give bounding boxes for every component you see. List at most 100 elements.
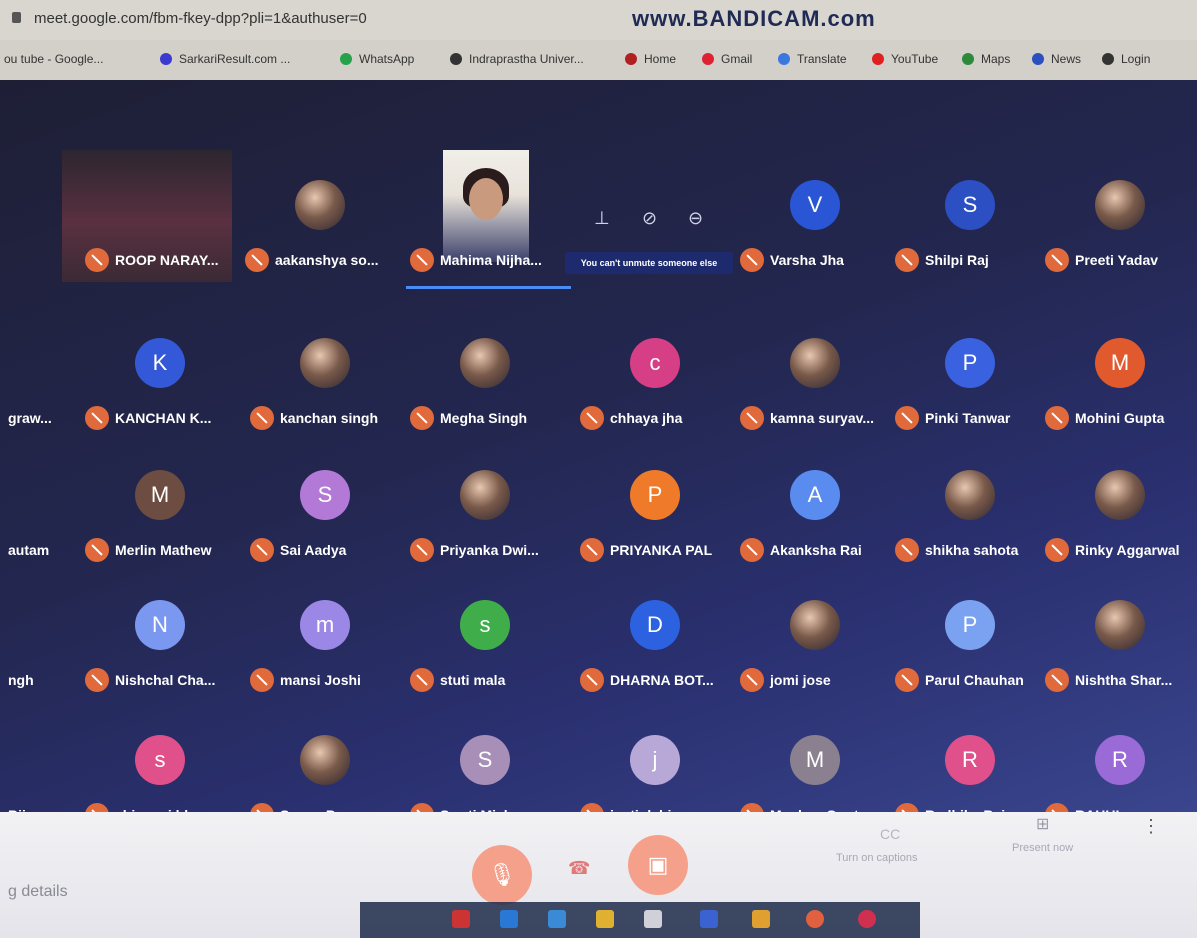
captions-label[interactable]: Turn on captions bbox=[836, 852, 918, 864]
participant-name: Rinky Aggarwal bbox=[1075, 542, 1180, 558]
participant-name: PRIYANKA PAL bbox=[610, 542, 713, 558]
participant-name: ngh bbox=[8, 672, 34, 688]
taskbar-chrome-icon[interactable] bbox=[806, 910, 824, 928]
bookmark-item[interactable]: Home bbox=[625, 52, 676, 66]
mic-muted-icon bbox=[250, 538, 274, 562]
taskbar-app-icon[interactable] bbox=[452, 910, 470, 928]
participant-name: kamna suryav... bbox=[770, 410, 875, 426]
participant-avatar: P bbox=[945, 338, 995, 388]
taskbar-folder-icon[interactable] bbox=[596, 910, 614, 928]
mic-toggle-button[interactable]: 🎙 bbox=[472, 845, 532, 905]
participant-avatar: P bbox=[630, 470, 680, 520]
participant-avatar: m bbox=[300, 600, 350, 650]
participant-name: graw... bbox=[8, 410, 52, 426]
participant-avatar: c bbox=[630, 338, 680, 388]
participant-avatar: S bbox=[945, 180, 995, 230]
address-bar[interactable]: meet.google.com/fbm-fkey-dpp?pli=1&authu… bbox=[0, 0, 1197, 40]
bookmark-label: Indraprastha Univer... bbox=[469, 52, 584, 66]
bookmark-item[interactable]: Translate bbox=[778, 52, 847, 66]
mic-muted-icon bbox=[1045, 538, 1069, 562]
bookmark-item[interactable]: SarkariResult.com ... bbox=[160, 52, 290, 66]
participant-name: Akanksha Rai bbox=[770, 542, 862, 558]
url-text[interactable]: meet.google.com/fbm-fkey-dpp?pli=1&authu… bbox=[34, 10, 367, 27]
mic-off-icon[interactable]: ⊘ bbox=[642, 208, 657, 229]
bookmark-label: YouTube bbox=[891, 52, 939, 66]
participant-avatar: N bbox=[135, 600, 185, 650]
mic-muted-icon bbox=[410, 406, 434, 430]
participant-video-mahima[interactable] bbox=[443, 150, 529, 262]
bookmark-item[interactable]: Maps bbox=[962, 52, 1010, 66]
bookmark-icon bbox=[872, 53, 884, 65]
unmute-tooltip: You can't unmute someone else bbox=[565, 252, 733, 274]
face-shape bbox=[469, 178, 503, 220]
participant-name: shikha sahota bbox=[925, 542, 1019, 558]
bookmark-item[interactable]: Login bbox=[1102, 52, 1150, 66]
participant-name: Sai Aadya bbox=[280, 542, 347, 558]
hang-up-icon[interactable]: ☎ bbox=[568, 858, 590, 879]
bookmark-label: News bbox=[1051, 52, 1082, 66]
bookmark-icon bbox=[1102, 53, 1114, 65]
participant-name: mansi Joshi bbox=[280, 672, 361, 688]
lock-icon bbox=[12, 12, 21, 23]
participant-avatar: V bbox=[790, 180, 840, 230]
participant-photo bbox=[945, 470, 995, 520]
bookmark-label: Login bbox=[1121, 52, 1151, 66]
mic-muted-icon bbox=[895, 248, 919, 272]
camera-toggle-button[interactable]: ▣ bbox=[628, 835, 688, 895]
bookmark-item[interactable]: WhatsApp bbox=[340, 52, 414, 66]
participant-name: stuti mala bbox=[440, 672, 506, 688]
bookmark-item[interactable]: ou tube - Google... bbox=[4, 52, 103, 66]
participant-avatar: D bbox=[630, 600, 680, 650]
mic-muted-icon bbox=[895, 406, 919, 430]
participant-name: Merlin Mathew bbox=[115, 542, 212, 558]
bookmark-label: Translate bbox=[797, 52, 847, 66]
participant-name: chhaya jha bbox=[610, 410, 683, 426]
participant-name: Priyanka Dwi... bbox=[440, 542, 539, 558]
bookmark-item[interactable]: Indraprastha Univer... bbox=[450, 52, 584, 66]
pin-icon[interactable]: ⊥ bbox=[594, 208, 610, 229]
mic-muted-icon bbox=[410, 538, 434, 562]
participant-name: Pinki Tanwar bbox=[925, 410, 1011, 426]
participant-avatar: R bbox=[945, 735, 995, 785]
taskbar-app-icon[interactable] bbox=[752, 910, 770, 928]
present-icon[interactable]: ⊞ bbox=[1036, 814, 1049, 834]
mic-muted-icon bbox=[895, 668, 919, 692]
taskbar-mail-icon[interactable] bbox=[700, 910, 718, 928]
participant-name: Nishchal Cha... bbox=[115, 672, 216, 688]
participant-name: kanchan singh bbox=[280, 410, 379, 426]
mic-muted-icon bbox=[1045, 406, 1069, 430]
participant-avatar: R bbox=[1095, 735, 1145, 785]
bookmark-label: Maps bbox=[981, 52, 1011, 66]
taskbar-app-icon[interactable] bbox=[858, 910, 876, 928]
participant-photo bbox=[295, 180, 345, 230]
mic-muted-icon bbox=[250, 668, 274, 692]
participant-photo bbox=[1095, 600, 1145, 650]
bookmark-item[interactable]: News bbox=[1032, 52, 1081, 66]
participant-avatar: j bbox=[630, 735, 680, 785]
participant-name: Megha Singh bbox=[440, 410, 528, 426]
participant-avatar: S bbox=[460, 735, 510, 785]
participant-photo bbox=[1095, 470, 1145, 520]
bookmark-icon bbox=[962, 53, 974, 65]
taskbar-app-icon[interactable] bbox=[500, 910, 518, 928]
taskbar-app-icon[interactable] bbox=[548, 910, 566, 928]
participant-name: DHARNA BOT... bbox=[610, 672, 714, 688]
os-taskbar bbox=[360, 902, 920, 938]
participant-photo bbox=[790, 600, 840, 650]
bookmark-label: WhatsApp bbox=[359, 52, 415, 66]
mic-muted-icon bbox=[410, 668, 434, 692]
captions-icon[interactable]: CC bbox=[880, 826, 900, 842]
participant-name: Parul Chauhan bbox=[925, 672, 1024, 688]
bookmark-item[interactable]: YouTube bbox=[872, 52, 938, 66]
mic-muted-icon bbox=[85, 538, 109, 562]
participant-avatar: K bbox=[135, 338, 185, 388]
bookmark-icon bbox=[160, 53, 172, 65]
participant-name: Shilpi Raj bbox=[925, 252, 989, 268]
remove-icon[interactable]: ⊖ bbox=[688, 208, 703, 229]
meeting-details-link[interactable]: g details bbox=[8, 883, 68, 901]
present-label[interactable]: Present now bbox=[1012, 842, 1073, 854]
taskbar-store-icon[interactable] bbox=[644, 910, 662, 928]
more-options-icon[interactable]: ⋮ bbox=[1142, 816, 1160, 837]
participant-name: Preeti Yadav bbox=[1075, 252, 1159, 268]
bookmark-item[interactable]: Gmail bbox=[702, 52, 752, 66]
